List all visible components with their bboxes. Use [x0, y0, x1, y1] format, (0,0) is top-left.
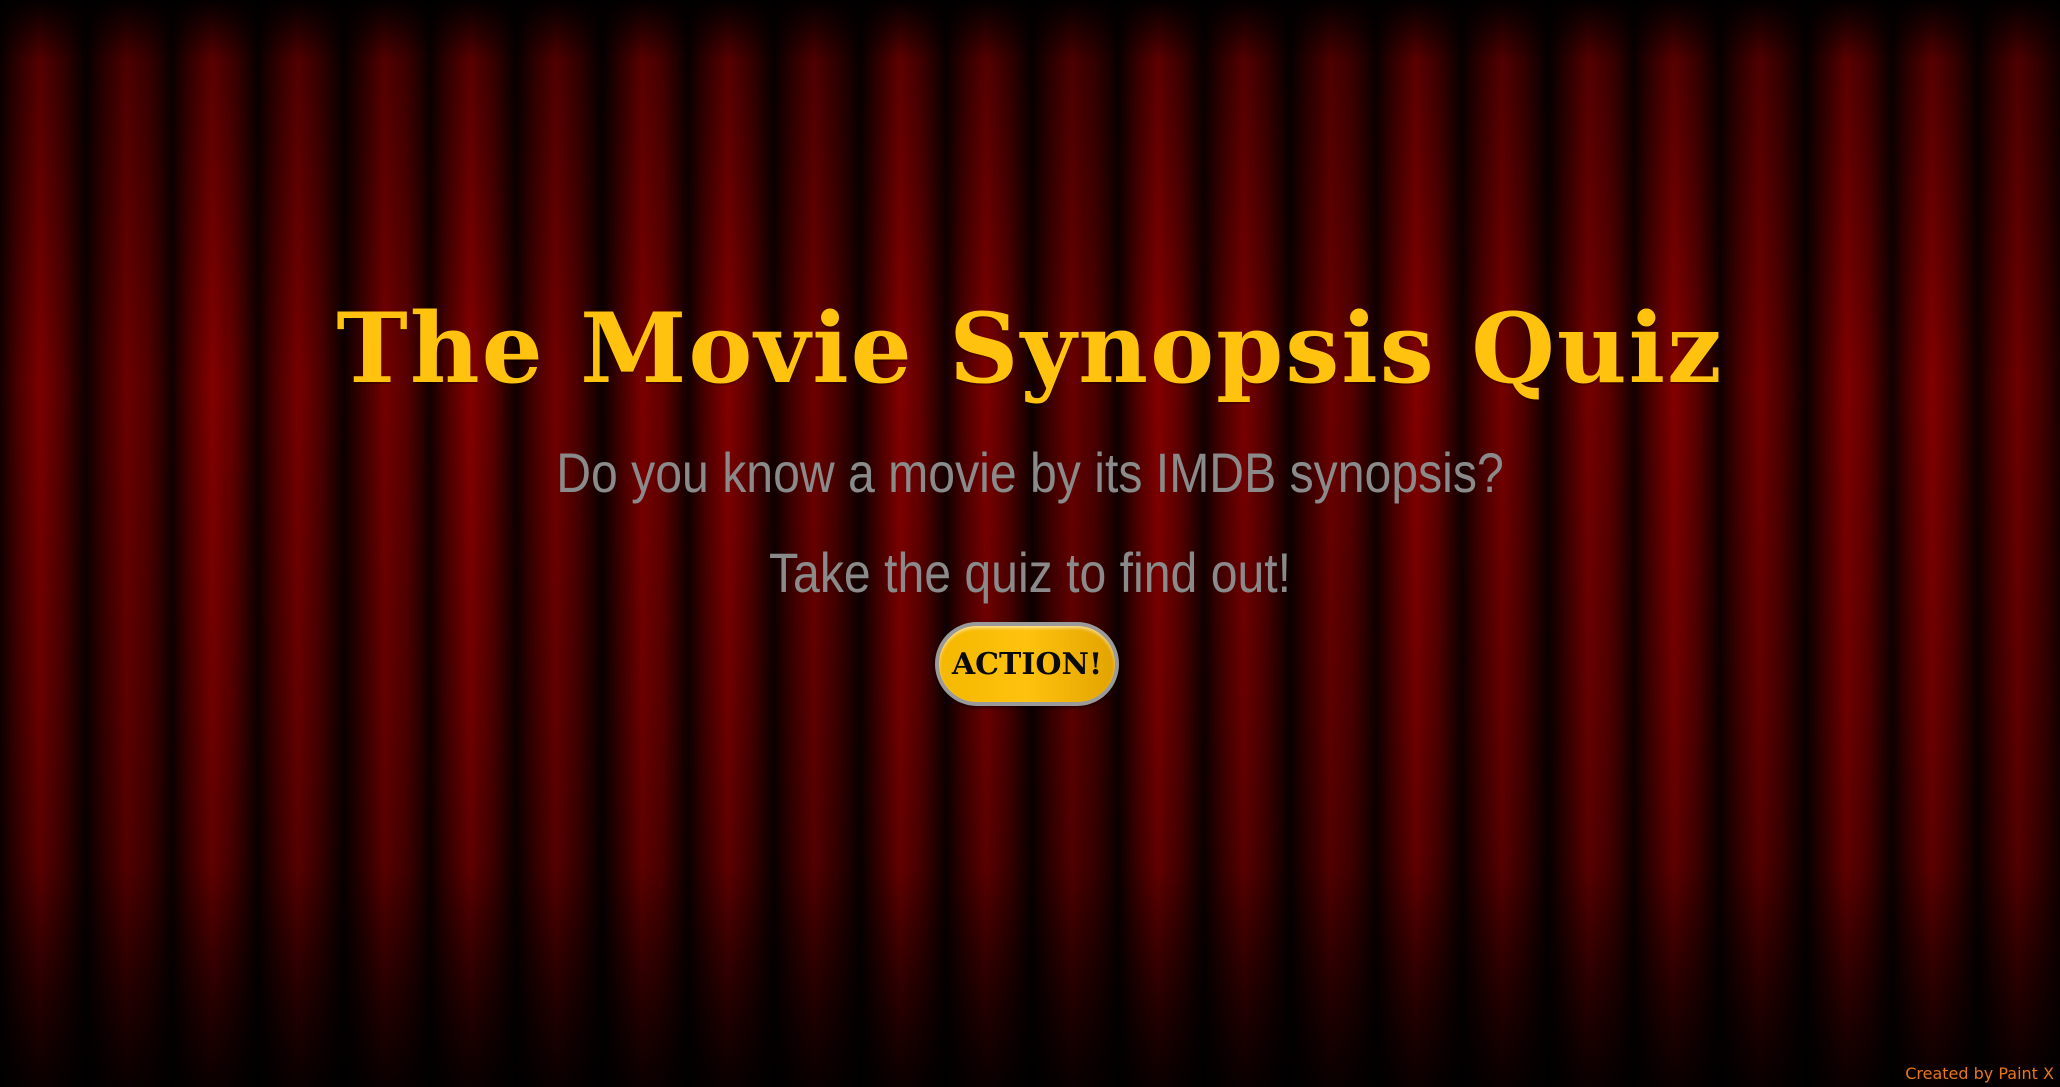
start-quiz-button[interactable]: ACTION!: [935, 622, 1119, 706]
subtitle-question: Do you know a movie by its IMDB synopsis…: [556, 441, 1504, 504]
page-title: The Movie Synopsis Quiz: [336, 292, 1724, 405]
curtain-background: The Movie Synopsis Quiz Do you know a mo…: [0, 0, 2060, 1087]
credit-text: Created by Paint X: [1905, 1064, 2054, 1083]
intro-screen: The Movie Synopsis Quiz Do you know a mo…: [0, 0, 2060, 1087]
subtitle-call-to-action: Take the quiz to find out!: [768, 541, 1292, 604]
